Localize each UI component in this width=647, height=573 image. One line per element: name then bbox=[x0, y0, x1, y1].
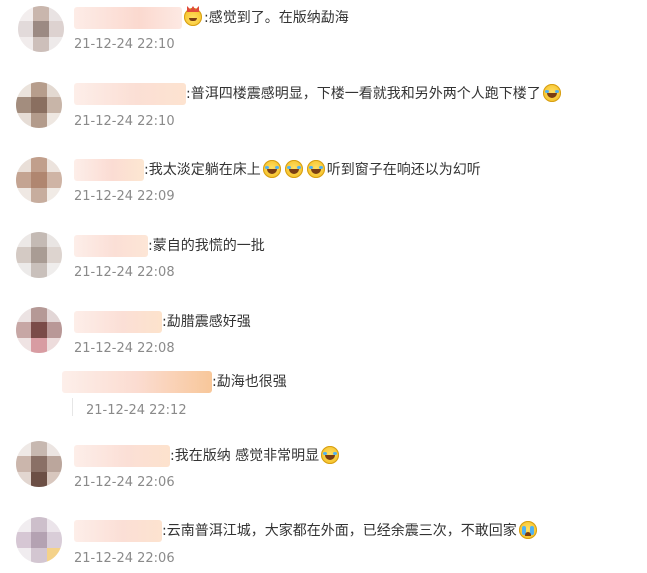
comment-text: :我在版纳 感觉非常明显 bbox=[170, 448, 320, 464]
avatar[interactable] bbox=[16, 232, 62, 278]
avatar[interactable] bbox=[16, 82, 62, 128]
username-blurred[interactable] bbox=[62, 371, 212, 393]
crying-icon bbox=[518, 521, 537, 539]
comment-text: :普洱四楼震感明显，下楼一看就我和另外两个人跑下楼了 bbox=[186, 86, 541, 102]
timestamp: 21-12-24 22:08 bbox=[74, 265, 175, 280]
laugh-cry-icon bbox=[542, 84, 561, 102]
username-blurred[interactable] bbox=[74, 235, 148, 257]
laugh-cry-icon bbox=[321, 446, 340, 464]
avatar[interactable] bbox=[16, 157, 62, 203]
avatar[interactable] bbox=[18, 6, 64, 52]
comment-text: :勐腊震感好强 bbox=[162, 314, 251, 330]
laugh-cry-icon bbox=[262, 160, 281, 178]
comment-text: :感觉到了。在版纳勐海 bbox=[204, 10, 349, 26]
timestamp: 21-12-24 22:10 bbox=[74, 37, 175, 52]
username-blurred[interactable] bbox=[74, 159, 144, 181]
comment-text: :蒙自的我慌的一批 bbox=[148, 238, 265, 254]
comment-text: :勐海也很强 bbox=[212, 374, 287, 390]
comment-text: :云南普洱江城，大家都在外面，已经余震三次，不敢回家 bbox=[162, 523, 517, 539]
username-blurred[interactable] bbox=[74, 520, 162, 542]
username-blurred[interactable] bbox=[74, 7, 182, 29]
timestamp: 21-12-24 22:08 bbox=[74, 341, 175, 356]
timestamp: 21-12-24 22:06 bbox=[74, 551, 175, 566]
username-blurred[interactable] bbox=[74, 311, 162, 333]
comment-text: :我太淡定躺在床上 bbox=[144, 162, 261, 178]
timestamp: 21-12-24 22:09 bbox=[74, 189, 175, 204]
avatar[interactable] bbox=[16, 307, 62, 353]
crown-icon bbox=[184, 8, 202, 26]
username-blurred[interactable] bbox=[74, 445, 170, 467]
timestamp: 21-12-24 22:12 bbox=[86, 403, 187, 418]
avatar[interactable] bbox=[16, 517, 62, 563]
timestamp: 21-12-24 22:06 bbox=[74, 475, 175, 490]
timestamp: 21-12-24 22:10 bbox=[74, 114, 175, 129]
laugh-cry-icon bbox=[284, 160, 303, 178]
reply-divider bbox=[72, 398, 73, 416]
laugh-cry-icon bbox=[306, 160, 325, 178]
avatar[interactable] bbox=[16, 441, 62, 487]
username-blurred[interactable] bbox=[74, 83, 186, 105]
comment-text-continued: 听到窗子在响还以为幻听 bbox=[326, 162, 481, 178]
